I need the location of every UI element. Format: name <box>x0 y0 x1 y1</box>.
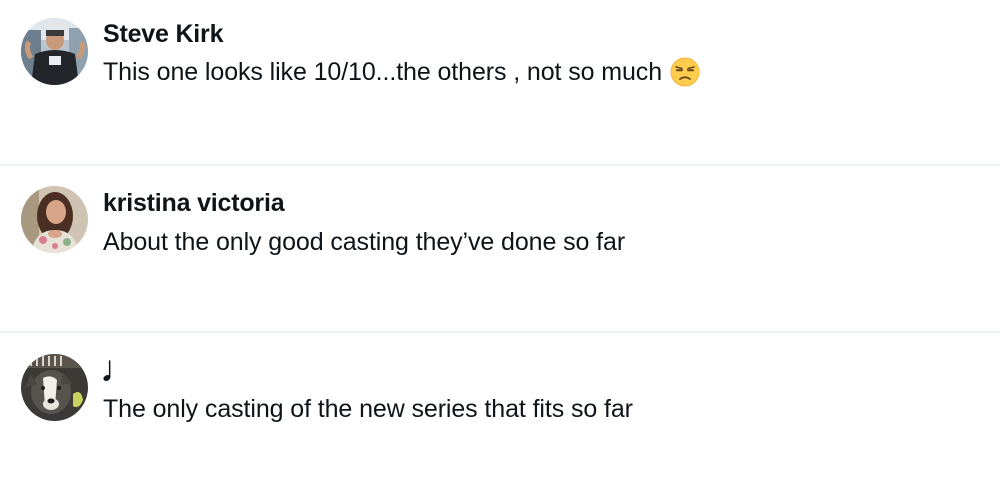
reply-item[interactable]: kristina victoria About the only good ca… <box>0 164 1000 328</box>
reply-text: About the only good casting they’ve done… <box>103 226 625 258</box>
avatar-dog-image <box>21 354 88 421</box>
reply-item[interactable]: Steve Kirk This one looks like 10/10...t… <box>0 0 1000 164</box>
reply-text-content: The only casting of the new series that … <box>103 395 633 423</box>
reply-text-content: About the only good casting they’ve done… <box>103 228 626 256</box>
reply-item[interactable]: 𝅘𝅥 The only casting of the new series th… <box>0 331 1000 495</box>
author-name[interactable]: Steve Kirk <box>103 19 223 49</box>
unamused-face-icon <box>670 57 700 87</box>
reply-text: The only casting of the new series that … <box>103 393 633 425</box>
author-name[interactable]: kristina victoria <box>103 188 285 218</box>
avatar-steve-kirk-image <box>21 18 88 85</box>
avatar[interactable] <box>21 186 88 253</box>
reply-text-content: This one looks like 10/10...the others ,… <box>103 58 662 86</box>
avatar[interactable] <box>21 18 88 85</box>
avatar[interactable] <box>21 354 88 421</box>
avatar-kristina-victoria-image <box>21 186 88 253</box>
replies-feed: Steve Kirk This one looks like 10/10...t… <box>0 0 1000 495</box>
reply-text: This one looks like 10/10...the others ,… <box>103 56 700 88</box>
author-name[interactable]: 𝅘𝅥 <box>103 357 111 387</box>
